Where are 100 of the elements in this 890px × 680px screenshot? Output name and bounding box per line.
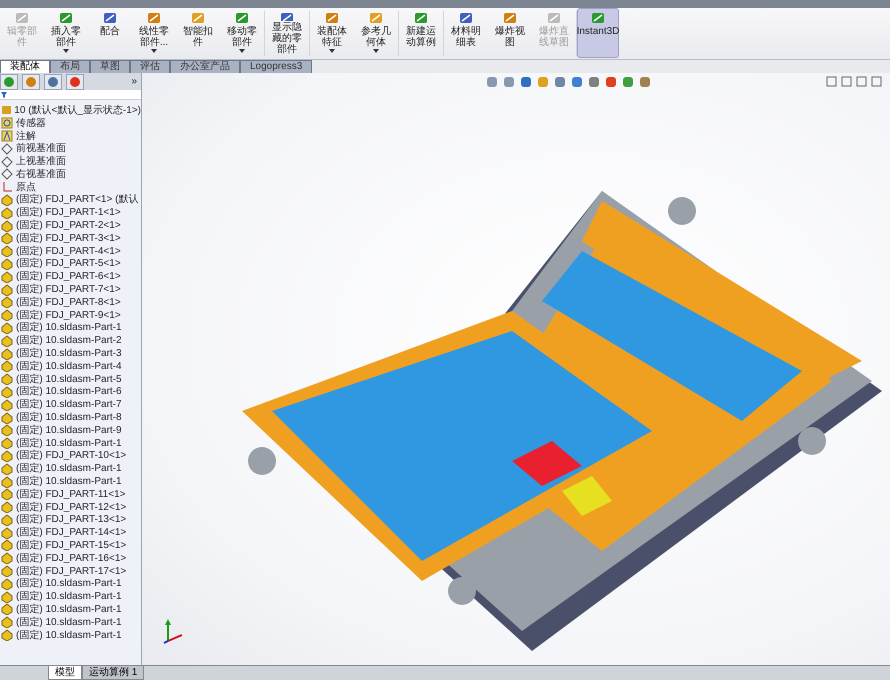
tree-item[interactable]: (固定) FDJ_PART-9<1> bbox=[16, 308, 121, 323]
tree-item[interactable]: 10 (默认<默认_显示状态-1>) bbox=[14, 102, 141, 118]
panel-tab-icon[interactable] bbox=[44, 74, 62, 90]
tree-item[interactable]: (固定) 10.sldasm-Part-8 bbox=[16, 410, 122, 426]
tree-item[interactable]: (固定) FDJ_PART-6<1> bbox=[16, 269, 121, 284]
tree-item[interactable]: (固定) FDJ_PART-1<1> bbox=[16, 205, 121, 220]
toolbar-button[interactable]: 移动零部件 bbox=[220, 8, 264, 58]
tree-item[interactable]: (固定) 10.sldasm-Part-9 bbox=[16, 422, 122, 438]
expand-arrows[interactable]: » bbox=[131, 74, 137, 89]
tree-item[interactable]: (固定) FDJ_PART-14<1> bbox=[16, 525, 126, 540]
tree-item[interactable]: 注解 bbox=[16, 128, 36, 144]
tool-icon bbox=[14, 11, 30, 25]
tree-item[interactable]: (固定) 10.sldasm-Part-1 bbox=[16, 474, 122, 490]
tree-item[interactable]: (固定) FDJ_PART-7<1> bbox=[16, 282, 121, 298]
part-icon bbox=[1, 206, 13, 219]
tool-icon bbox=[368, 11, 384, 25]
tree-item[interactable]: (固定) FDJ_PART-12<1> bbox=[16, 500, 126, 515]
tree-item[interactable]: (固定) 10.sldasm-Part-1 bbox=[16, 436, 122, 451]
tree-item[interactable]: (固定) FDJ_PART-3<1> bbox=[16, 230, 121, 246]
part-icon bbox=[1, 476, 13, 488]
caret-icon bbox=[151, 49, 157, 53]
part-icon bbox=[1, 360, 13, 372]
panel-tab-icon[interactable] bbox=[0, 74, 18, 90]
ribbon-tab[interactable]: 办公室产品 bbox=[170, 60, 240, 73]
part-icon bbox=[1, 539, 13, 552]
tree-item[interactable]: 右视基准面 bbox=[16, 166, 66, 182]
tree-item[interactable]: (固定) 10.sldasm-Part-5 bbox=[16, 372, 122, 387]
ribbon-tab[interactable]: 评估 bbox=[130, 60, 170, 73]
ribbon-tab[interactable]: 布局 bbox=[50, 60, 90, 73]
tree-item[interactable]: (固定) 10.sldasm-Part-1 bbox=[16, 576, 122, 592]
tree-item[interactable]: (固定) FDJ_PART-13<1> bbox=[16, 512, 126, 528]
part-icon bbox=[1, 270, 13, 283]
part-icon bbox=[1, 334, 13, 347]
tool-icon bbox=[146, 11, 162, 25]
caret-icon bbox=[239, 49, 245, 53]
toolbar-button[interactable]: 爆炸视图 bbox=[488, 8, 532, 58]
tree-item[interactable]: (固定) 10.sldasm-Part-1 bbox=[16, 602, 122, 617]
tree-item[interactable]: (固定) 10.sldasm-Part-2 bbox=[16, 333, 122, 348]
toolbar-button[interactable]: 插入零部件 bbox=[44, 8, 88, 58]
tool-icon bbox=[234, 11, 250, 25]
toolbar-button[interactable]: 显示隐藏的零部件 bbox=[265, 8, 309, 58]
toolbar-button[interactable]: 配合 bbox=[88, 8, 132, 58]
tree-item[interactable]: (固定) 10.sldasm-Part-1 bbox=[16, 614, 122, 630]
toolbar-button[interactable]: 线性零部件... bbox=[132, 8, 176, 58]
sensor-folder-icon bbox=[1, 117, 13, 130]
tree-item[interactable]: (固定) 10.sldasm-Part-3 bbox=[16, 346, 122, 362]
tree-item[interactable]: (固定) 10.sldasm-Part-6 bbox=[16, 384, 122, 400]
part-icon bbox=[1, 398, 13, 411]
tree-item[interactable]: (固定) FDJ_PART-2<1> bbox=[16, 218, 121, 234]
ribbon-tab[interactable]: 装配体 bbox=[0, 60, 50, 73]
panel-tab-icon[interactable] bbox=[22, 74, 40, 90]
part-icon bbox=[1, 616, 13, 628]
toolbar-button[interactable]: 新建运动算例 bbox=[399, 8, 443, 58]
part-icon bbox=[1, 526, 13, 539]
tree-item[interactable]: (固定) FDJ_PART-17<1> bbox=[16, 564, 126, 579]
bottom-tab[interactable]: 模型 bbox=[48, 666, 82, 680]
tree-item[interactable]: (固定) 10.sldasm-Part-1 bbox=[16, 628, 122, 643]
part-icon bbox=[1, 462, 13, 475]
tree-item[interactable]: 上视基准面 bbox=[16, 154, 66, 170]
tree-item[interactable]: 前视基准面 bbox=[16, 141, 66, 156]
toolbar-button[interactable]: Instant3D bbox=[577, 8, 619, 58]
bottom-tab[interactable]: 运动算例 1 bbox=[82, 666, 144, 680]
part-icon bbox=[1, 424, 13, 436]
tree-item[interactable]: (固定) 10.sldasm-Part-1 bbox=[16, 589, 122, 604]
panel-tab-icon[interactable] bbox=[66, 74, 84, 90]
tree-item[interactable]: (固定) FDJ_PART-5<1> bbox=[16, 256, 121, 272]
ribbon-tab[interactable]: 草图 bbox=[90, 60, 130, 73]
part-icon bbox=[1, 450, 13, 462]
part-icon bbox=[1, 412, 13, 424]
tree-item[interactable]: (固定) 10.sldasm-Part-1 bbox=[16, 320, 122, 336]
tree-item[interactable]: (固定) FDJ_PART-10<1> bbox=[16, 448, 126, 464]
tree-item[interactable]: (固定) FDJ_PART<1> (默认 bbox=[16, 192, 138, 208]
plane-icon bbox=[1, 142, 13, 155]
toolbar-button[interactable]: 装配体特征 bbox=[310, 8, 354, 58]
toolbar-button[interactable]: 材料明细表 bbox=[444, 8, 488, 58]
part-icon bbox=[1, 245, 13, 258]
tree-item[interactable]: (固定) 10.sldasm-Part-4 bbox=[16, 358, 122, 374]
part-icon bbox=[1, 373, 13, 386]
tree-item[interactable]: (固定) FDJ_PART-11<1> bbox=[16, 486, 126, 502]
ribbon-tab[interactable]: Logopress3 bbox=[240, 60, 312, 73]
tree-item[interactable]: (固定) FDJ_PART-4<1> bbox=[16, 244, 121, 259]
toolbar-button[interactable]: 智能扣件 bbox=[176, 8, 220, 58]
tree-item[interactable]: (固定) 10.sldasm-Part-1 bbox=[16, 461, 122, 476]
tool-icon bbox=[546, 11, 562, 25]
part-icon bbox=[1, 232, 13, 244]
tree-item[interactable]: 原点 bbox=[16, 180, 36, 195]
part-icon bbox=[1, 220, 13, 232]
tree-item[interactable]: (固定) 10.sldasm-Part-7 bbox=[16, 397, 122, 412]
part-icon bbox=[1, 322, 13, 334]
tree-item[interactable]: (固定) FDJ_PART-15<1> bbox=[16, 538, 126, 553]
plane-icon bbox=[1, 168, 13, 180]
tree-item[interactable]: (固定) FDJ_PART-8<1> bbox=[16, 294, 121, 310]
toolbar-button[interactable]: 参考几何体 bbox=[354, 8, 398, 58]
part-icon bbox=[1, 194, 13, 206]
plane-icon bbox=[1, 156, 13, 168]
tree-item[interactable]: 传感器 bbox=[16, 116, 46, 131]
part-icon bbox=[1, 348, 13, 360]
tree-item[interactable]: (固定) FDJ_PART-16<1> bbox=[16, 550, 126, 566]
tool-icon bbox=[413, 11, 429, 25]
part-icon bbox=[1, 565, 13, 578]
